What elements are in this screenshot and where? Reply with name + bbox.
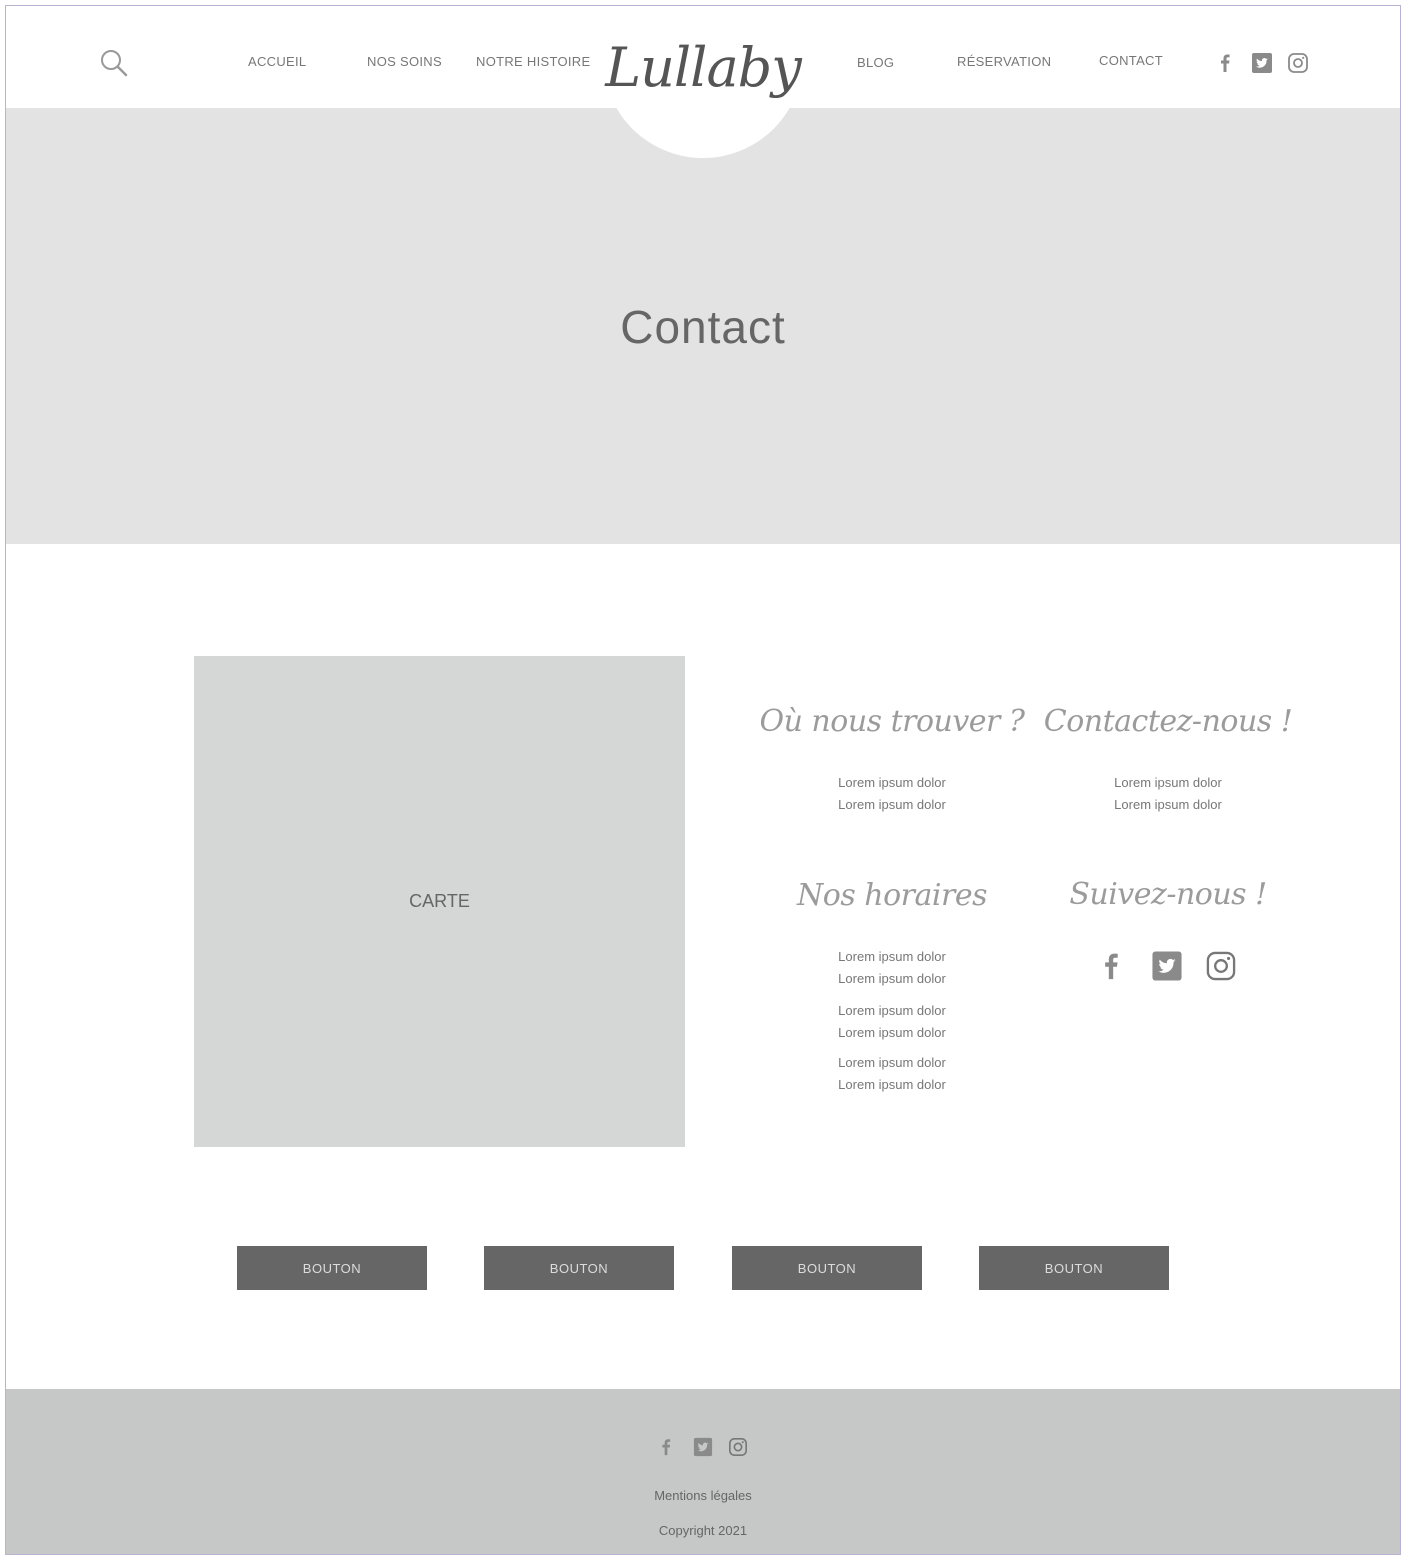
nav-notre-histoire[interactable]: NOTRE HISTOIRE (476, 54, 590, 69)
map-label: CARTE (409, 891, 470, 911)
hours-line: Lorem ipsum dolor (838, 1025, 946, 1040)
button-3[interactable]: BOUTON (732, 1246, 922, 1290)
contact-line: Lorem ipsum dolor (1114, 797, 1222, 812)
facebook-icon[interactable] (1214, 52, 1236, 74)
hours-heading: Nos horaires (797, 878, 987, 913)
map-placeholder[interactable]: CARTE (194, 656, 685, 1147)
hours-line: Lorem ipsum dolor (838, 1077, 946, 1092)
where-line: Lorem ipsum dolor (838, 775, 946, 790)
button-1[interactable]: BOUTON (237, 1246, 427, 1290)
nav-contact[interactable]: CONTACT (1099, 53, 1163, 68)
hours-line: Lorem ipsum dolor (838, 971, 946, 986)
hours-line: Lorem ipsum dolor (838, 1055, 946, 1070)
search-icon[interactable] (99, 48, 129, 78)
site-header: ACCUEIL NOS SOINS NOTRE HISTOIRE BLOG RÉ… (6, 6, 1400, 158)
instagram-icon[interactable] (1287, 52, 1309, 74)
logo[interactable]: Lullaby (603, 36, 803, 99)
copyright-text: Copyright 2021 (658, 1523, 748, 1538)
hours-line: Lorem ipsum dolor (838, 1003, 946, 1018)
facebook-icon[interactable] (1095, 950, 1127, 982)
contact-line: Lorem ipsum dolor (1114, 775, 1222, 790)
instagram-icon[interactable] (728, 1437, 748, 1457)
nav-blog[interactable]: BLOG (857, 55, 894, 70)
where-line: Lorem ipsum dolor (838, 797, 946, 812)
twitter-icon[interactable] (1251, 52, 1273, 74)
button-4[interactable]: BOUTON (979, 1246, 1169, 1290)
facebook-icon[interactable] (656, 1437, 676, 1457)
button-2[interactable]: BOUTON (484, 1246, 674, 1290)
twitter-icon[interactable] (1151, 950, 1183, 982)
hours-line: Lorem ipsum dolor (838, 949, 946, 964)
twitter-icon[interactable] (693, 1437, 713, 1457)
site-footer: Mentions légales Copyright 2021 (6, 1389, 1400, 1554)
where-heading: Où nous trouver ? (759, 704, 1025, 739)
nav-reservation[interactable]: RÉSERVATION (957, 54, 1051, 69)
contact-heading: Contactez-nous ! (1043, 704, 1293, 739)
page-title: Contact (620, 301, 786, 353)
instagram-icon[interactable] (1205, 950, 1237, 982)
nav-accueil[interactable]: ACCUEIL (248, 54, 306, 69)
follow-heading: Suivez-nous ! (1069, 877, 1267, 912)
page-frame: ACCUEIL NOS SOINS NOTRE HISTOIRE BLOG RÉ… (5, 5, 1401, 1555)
legal-link[interactable]: Mentions légales (6, 1488, 1400, 1503)
nav-nos-soins[interactable]: NOS SOINS (367, 54, 442, 69)
hero-banner: Contact (6, 108, 1400, 544)
